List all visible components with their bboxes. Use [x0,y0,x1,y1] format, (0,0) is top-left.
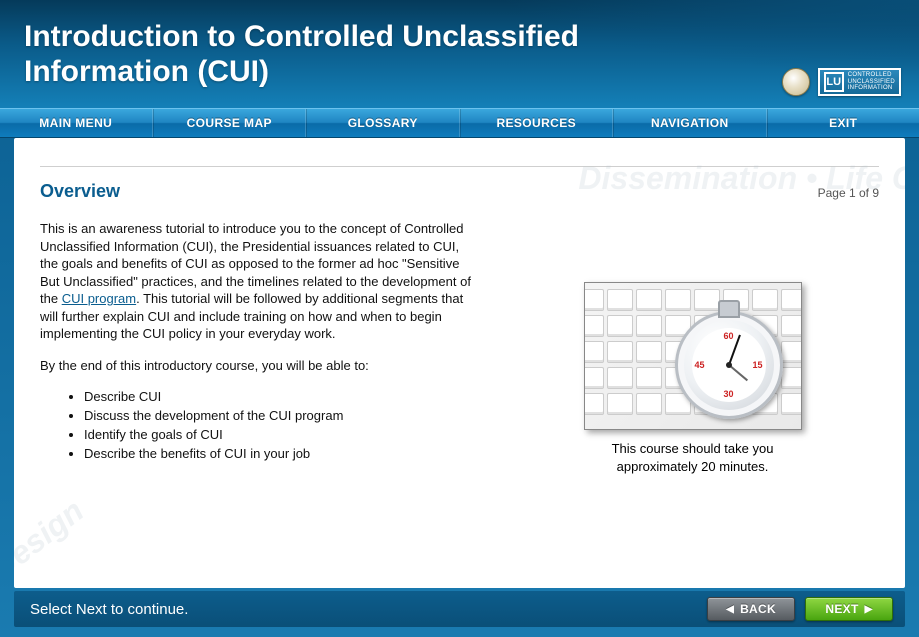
header: Introduction to Controlled Unclassified … [0,0,919,108]
nav-glossary[interactable]: GLOSSARY [306,109,460,137]
chevron-right-icon: ▶ [865,604,873,615]
text-column: This is an awareness tutorial to introdu… [40,220,480,475]
back-button[interactable]: ◀ BACK [707,597,795,621]
list-item: Describe the benefits of CUI in your job [84,445,480,464]
list-item: Identify the goals of CUI [84,426,480,445]
objectives-lead: By the end of this introductory course, … [40,357,480,375]
chevron-left-icon: ◀ [726,604,734,615]
agency-seal-icon [782,68,810,96]
next-button-label: NEXT [825,602,858,616]
cui-badge: LU Controlled Unclassified Information [818,68,901,96]
footer-prompt: Select Next to continue. [30,601,697,618]
back-button-label: BACK [740,602,776,616]
cui-badge-initials: LU [824,72,844,92]
heading-row: Overview Page 1 of 9 [40,181,879,202]
course-title: Introduction to Controlled Unclassified … [24,20,644,89]
nav-exit[interactable]: EXIT [767,109,919,137]
list-item: Discuss the development of the CUI progr… [84,407,480,426]
divider [40,166,879,167]
stopwatch-image: 60 15 30 45 [584,282,802,430]
objectives-list: Describe CUI Discuss the development of … [84,388,480,463]
navbar: MAIN MENU COURSE MAP GLOSSARY RESOURCES … [0,108,919,138]
stopwatch-icon: 60 15 30 45 [675,311,783,419]
nav-resources[interactable]: RESOURCES [460,109,614,137]
list-item: Describe CUI [84,388,480,407]
next-button[interactable]: NEXT ▶ [805,597,893,621]
nav-main-menu[interactable]: MAIN MENU [0,109,153,137]
page-counter: Page 1 of 9 [818,186,879,200]
content-area: Dissemination • Life C Design Overview P… [14,138,905,588]
header-logos: LU Controlled Unclassified Information [782,68,901,96]
page-heading: Overview [40,181,120,202]
watermark-left: Design [14,492,91,587]
cui-badge-text: Controlled Unclassified Information [848,72,895,92]
footer-bar: Select Next to continue. ◀ BACK NEXT ▶ [14,591,905,627]
course-frame: Introduction to Controlled Unclassified … [0,0,919,637]
cui-program-link[interactable]: CUI program [62,291,136,306]
body-columns: This is an awareness tutorial to introdu… [40,220,879,475]
intro-paragraph: This is an awareness tutorial to introdu… [40,220,480,343]
image-column: 60 15 30 45 This course should take you … [506,220,879,475]
nav-course-map[interactable]: COURSE MAP [153,109,307,137]
image-caption: This course should take you approximatel… [578,440,808,475]
nav-navigation[interactable]: NAVIGATION [613,109,767,137]
